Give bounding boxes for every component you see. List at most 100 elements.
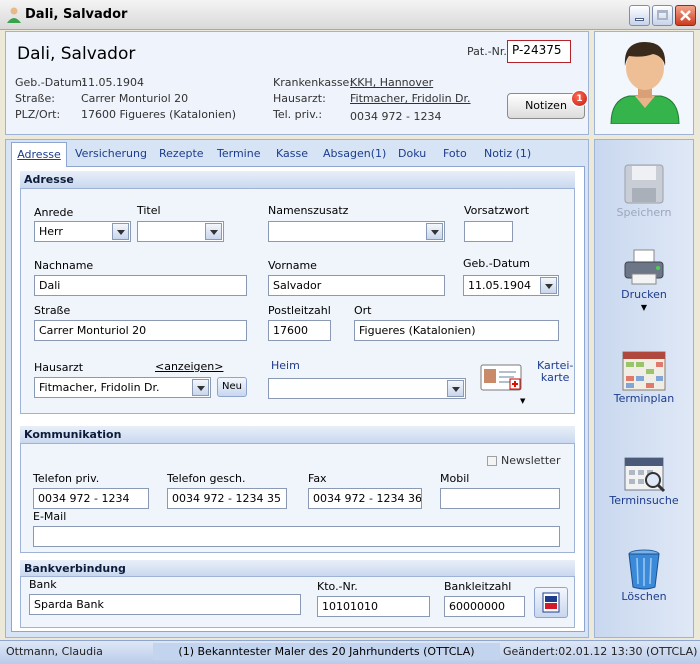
window-title: Dali, Salvador	[25, 7, 128, 22]
newsletter-checkbox[interactable]	[487, 456, 497, 466]
avatar	[610, 42, 680, 124]
chevron-down-icon[interactable]	[192, 379, 209, 396]
status-user: Ottmann, Claudia	[6, 645, 103, 658]
drucken-button[interactable]: Drucken ▼	[596, 248, 692, 312]
tab-foto[interactable]: Foto	[443, 147, 467, 160]
anrede-select[interactable]: Herr	[34, 221, 131, 242]
ort-field[interactable]: Figueres (Katalonien)	[354, 320, 559, 341]
terminplan-button[interactable]: Terminplan	[596, 350, 692, 405]
tel-value: 0034 972 - 1234	[350, 110, 442, 123]
terminsuche-label: Terminsuche	[609, 494, 679, 507]
chevron-down-icon[interactable]	[540, 277, 557, 294]
ec-card-icon	[542, 592, 560, 613]
patnr-field[interactable]: P-24375	[507, 40, 571, 63]
calendar-search-icon	[624, 457, 666, 493]
geb-value: 11.05.1904	[81, 76, 144, 89]
strasse-field[interactable]: Carrer Monturiol 20	[34, 320, 247, 341]
loeschen-button[interactable]: Löschen	[596, 548, 692, 603]
mobil-label: Mobil	[440, 472, 470, 485]
drucken-dropdown-icon[interactable]: ▼	[596, 303, 692, 312]
plz-label: PLZ/Ort:	[15, 108, 61, 121]
strasse-label: Straße	[34, 304, 71, 317]
email-label: E-Mail	[33, 510, 67, 523]
bank-field[interactable]: Sparda Bank	[29, 594, 301, 615]
kasse-link[interactable]: KKH, Hannover	[350, 76, 433, 89]
ort-label: Ort	[354, 304, 372, 317]
chevron-down-icon[interactable]	[205, 223, 222, 240]
loeschen-label: Löschen	[621, 590, 667, 603]
patient-name: Dali, Salvador	[17, 44, 136, 64]
titel-select[interactable]	[137, 221, 224, 242]
tab-adresse[interactable]: Adresse	[11, 142, 67, 167]
karteikarte-icon[interactable]	[480, 362, 524, 392]
kasse-label: Krankenkasse:	[273, 76, 354, 89]
bank-group-title: Bankverbindung	[20, 560, 575, 577]
tel-label: Tel. priv.:	[273, 108, 323, 121]
close-icon	[680, 10, 691, 21]
speichern-button[interactable]: Speichern	[596, 162, 692, 219]
namenszusatz-label: Namenszusatz	[268, 204, 349, 217]
calendar-plan-icon	[622, 351, 666, 391]
email-field[interactable]	[33, 526, 560, 547]
tab-absagen[interactable]: Absagen(1)	[323, 147, 386, 160]
tab-versicherung[interactable]: Versicherung	[75, 147, 147, 160]
tab-notiz[interactable]: Notiz (1)	[484, 147, 531, 160]
karteikarte-label[interactable]: Kartei-karte	[537, 360, 573, 384]
trash-icon	[628, 549, 660, 590]
hausarzt-anzeigen-link[interactable]: <anzeigen>	[155, 360, 223, 373]
patient-icon	[7, 7, 21, 23]
hausarzt-label: Hausarzt:	[273, 92, 326, 105]
hausarzt-label: Hausarzt	[34, 361, 84, 374]
heim-select[interactable]	[268, 378, 466, 399]
gebdatum-label: Geb.-Datum	[463, 257, 530, 270]
fax-label: Fax	[308, 472, 327, 485]
speichern-label: Speichern	[616, 206, 672, 219]
geb-label: Geb.-Datum:	[15, 76, 86, 89]
namenszusatz-select[interactable]	[268, 221, 445, 242]
adresse-group-title: Adresse	[20, 171, 575, 189]
gebdatum-picker[interactable]: 11.05.1904	[463, 275, 559, 296]
strasse-value: Carrer Monturiol 20	[81, 92, 189, 105]
plz-field[interactable]: 17600	[268, 320, 331, 341]
blz-field[interactable]: 60000000	[444, 596, 525, 617]
vorname-label: Vorname	[268, 259, 317, 272]
tab-rezepte[interactable]: Rezepte	[159, 147, 204, 160]
tab-kasse[interactable]: Kasse	[276, 147, 308, 160]
tel-gesch-field[interactable]: 0034 972 - 1234 35	[167, 488, 287, 509]
ec-card-button[interactable]	[534, 587, 568, 618]
status-changed: Geändert:02.01.12 13:30 (OTTCLA)	[503, 645, 698, 658]
minimize-button[interactable]	[629, 5, 650, 26]
tab-doku[interactable]: Doku	[398, 147, 426, 160]
hausarzt-select[interactable]: Fitmacher, Fridolin Dr.	[34, 377, 211, 398]
close-button[interactable]	[675, 5, 696, 26]
hausarzt-link[interactable]: Fitmacher, Fridolin Dr.	[350, 92, 471, 105]
kto-field[interactable]: 10101010	[317, 596, 430, 617]
kto-label: Kto.-Nr.	[317, 580, 358, 593]
chevron-down-icon[interactable]	[426, 223, 443, 240]
fax-field[interactable]: 0034 972 - 1234 36	[308, 488, 422, 509]
karteikarte-dropdown-icon[interactable]: ▼	[520, 397, 525, 405]
vorsatzwort-field[interactable]	[464, 221, 513, 242]
nachname-field[interactable]: Dali	[34, 275, 247, 296]
hausarzt-neu-button[interactable]: Neu	[217, 377, 247, 397]
titel-label: Titel	[137, 204, 161, 217]
printer-icon	[624, 249, 664, 285]
save-icon	[624, 164, 664, 204]
terminsuche-button[interactable]: Terminsuche	[596, 450, 692, 507]
maximize-button[interactable]	[652, 5, 673, 26]
vorname-field[interactable]: Salvador	[268, 275, 445, 296]
vorsatzwort-label: Vorsatzwort	[464, 204, 530, 217]
heim-label: Heim	[271, 359, 300, 372]
tab-termine[interactable]: Termine	[217, 147, 260, 160]
newsletter-label: Newsletter	[501, 454, 561, 467]
status-message: (1) Bekanntester Maler des 20 Jahrhunder…	[153, 643, 500, 660]
strasse-label: Straße:	[15, 92, 55, 105]
mobil-field[interactable]	[440, 488, 560, 509]
drucken-label: Drucken	[621, 288, 667, 301]
chevron-down-icon[interactable]	[112, 223, 129, 240]
nachname-label: Nachname	[34, 259, 94, 272]
tel-priv-field[interactable]: 0034 972 - 1234	[33, 488, 149, 509]
terminplan-label: Terminplan	[613, 392, 675, 405]
chevron-down-icon[interactable]	[447, 380, 464, 397]
tel-gesch-label: Telefon gesch.	[167, 472, 246, 485]
